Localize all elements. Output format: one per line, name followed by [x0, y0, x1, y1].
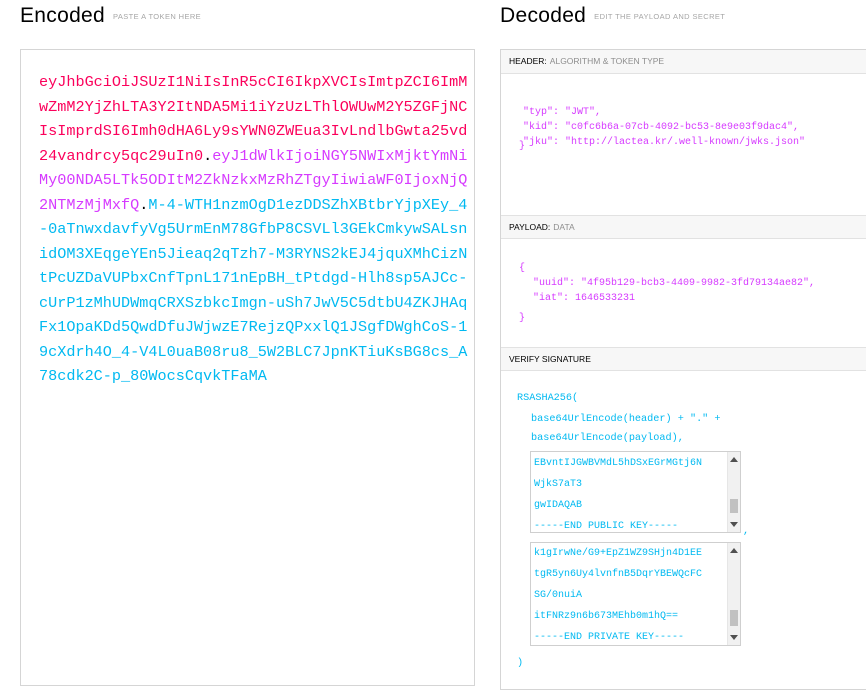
header-json-editor[interactable]: "typ": "JWT", "kid": "c0fc6b6a-07cb-4092…	[523, 90, 805, 150]
private-key-line: -----END PRIVATE KEY-----	[534, 632, 685, 643]
signature-alg: RSASHA256(	[517, 393, 579, 404]
header-label: HEADER:	[509, 56, 547, 66]
public-key-line: -----END PUBLIC KEY-----	[534, 521, 679, 532]
encoded-token-editor[interactable]: eyJhbGciOiJSUzI1NiIsInR5cCI6IkpXVCIsImtp…	[20, 49, 475, 686]
header-close-brace: }	[519, 141, 526, 152]
key-separator-comma: ,	[743, 526, 750, 537]
payload-label: PAYLOAD:	[509, 222, 551, 232]
payload-close-brace: }	[519, 313, 526, 324]
private-key-textarea[interactable]: k1gIrwNe/G9+EpZ1WZ9SHjn4D1EE tgR5yn6Uy4l…	[530, 542, 741, 646]
private-key-line: itFNRz9n6b673MEhb0m1hQ==	[534, 611, 679, 622]
verify-label: VERIFY SIGNATURE	[509, 354, 591, 364]
encoded-title-text: Encoded	[20, 4, 106, 27]
decoded-title: Decoded EDIT THE PAYLOAD AND SECRET	[500, 4, 725, 28]
header-sublabel: ALGORITHM & TOKEN TYPE	[549, 56, 665, 66]
scroll-down-arrow-icon[interactable]	[730, 522, 738, 527]
private-key-line: SG/0nuiA	[534, 590, 583, 601]
payload-line-iat: "iat": 1646533231	[533, 293, 636, 304]
private-key-line: k1gIrwNe/G9+EpZ1WZ9SHjn4D1EE	[534, 548, 703, 559]
payload-line-uuid: "uuid": "4f95b129-bcb3-4409-9982-3fd7913…	[533, 278, 816, 289]
signature-line-payload: base64UrlEncode(payload),	[531, 433, 684, 444]
payload-sublabel: DATA	[553, 222, 575, 232]
scroll-thumb[interactable]	[730, 499, 738, 513]
scroll-down-arrow-icon[interactable]	[730, 635, 738, 640]
public-key-line: WjkS7aT3	[534, 479, 583, 490]
private-key-line: tgR5yn6Uy4lvnfnB5DqrYBEWQcFC	[534, 569, 703, 580]
private-key-scrollbar[interactable]	[727, 543, 740, 645]
public-key-textarea[interactable]: EBvntIJGWBVMdL5hDSxEGrMGtj6N WjkS7aT3 gw…	[530, 451, 741, 533]
scroll-up-arrow-icon[interactable]	[730, 457, 738, 462]
signature-line-header: base64UrlEncode(header) + "." +	[531, 414, 721, 425]
header-section-title: HEADER: ALGORITHM & TOKEN TYPE	[501, 50, 866, 74]
encoded-title: Encoded PASTE A TOKEN HERE	[20, 4, 201, 28]
payload-section-title: PAYLOAD: DATA	[501, 215, 866, 239]
header-line-typ: "typ": "JWT",	[523, 107, 602, 118]
decoded-subtitle: EDIT THE PAYLOAD AND SECRET	[594, 11, 726, 21]
header-line-jku: "jku": "http://lactea.kr/.well-known/jwk…	[523, 137, 806, 148]
payload-open-brace: {	[519, 263, 526, 274]
decoded-title-text: Decoded	[500, 4, 587, 27]
signature-close-paren: )	[517, 658, 524, 669]
public-key-line: EBvntIJGWBVMdL5hDSxEGrMGtj6N	[534, 458, 703, 469]
encoded-subtitle: PASTE A TOKEN HERE	[113, 11, 202, 21]
decoded-panel: HEADER: ALGORITHM & TOKEN TYPE "typ": "JW…	[500, 49, 866, 690]
header-line-kid: "kid": "c0fc6b6a-07cb-4092-bc53-8e9e03f9…	[523, 122, 800, 133]
token-signature-part: M-4-WTH1nzmOgD1ezDDSZhXBtbrYjpXEy_4-0aTn…	[39, 195, 468, 386]
encoded-token-text[interactable]: eyJhbGciOiJSUzI1NiIsInR5cCI6IkpXVCIsImtp…	[39, 70, 469, 389]
public-key-line: gwIDAQAB	[534, 500, 583, 511]
token-dot: .	[203, 146, 213, 165]
payload-json-editor[interactable]: "uuid": "4f95b129-bcb3-4409-9982-3fd7913…	[533, 276, 815, 306]
scroll-thumb[interactable]	[730, 610, 738, 626]
verify-section-title: VERIFY SIGNATURE	[501, 347, 866, 371]
public-key-scrollbar[interactable]	[727, 452, 740, 532]
scroll-up-arrow-icon[interactable]	[730, 548, 738, 553]
